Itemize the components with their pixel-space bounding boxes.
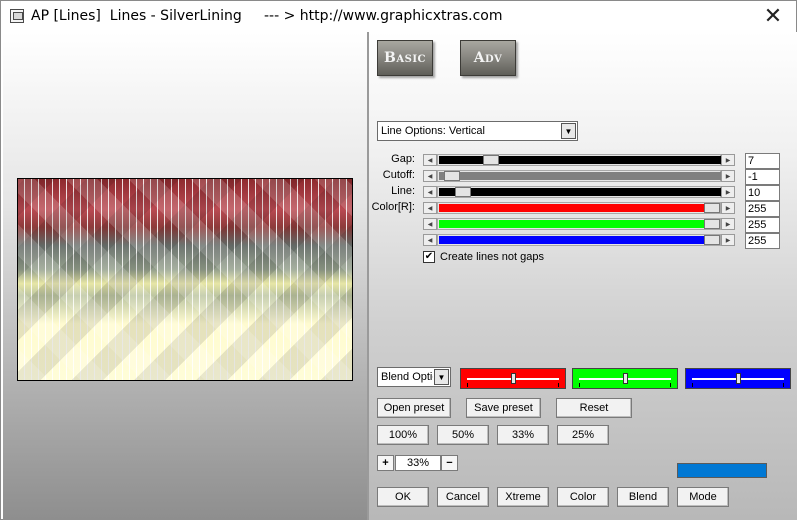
slider-row: Color[R]: ◀ ▶ 255 [369,201,797,217]
basic-mode-button[interactable]: Basic [377,40,433,76]
scroll-right-icon[interactable]: ▶ [721,218,735,230]
blend-color-slider[interactable] [572,368,678,389]
preview-pane [3,32,367,520]
close-icon[interactable]: ✕ [750,1,796,32]
slider-value-field[interactable]: -1 [745,169,780,185]
color-button[interactable]: Color [557,487,609,507]
window-title: AP [Lines] Lines - SilverLining --- > ht… [31,8,503,24]
blend-options-value: Blend Options [381,371,433,383]
tick-mark [467,383,468,387]
slider-row: Line: ◀ ▶ 10 [369,185,797,201]
adv-mode-button[interactable]: Adv [460,40,516,76]
slider-thumb[interactable] [455,187,471,197]
zoom-out-button[interactable]: − [441,455,458,471]
scroll-right-icon[interactable]: ▶ [721,234,735,246]
tick-mark [692,383,693,387]
slider-fill [439,236,704,244]
create-lines-label: Create lines not gaps [440,251,544,263]
slider-label: Cutoff: [382,169,415,181]
slider-fill [439,220,704,228]
scroll-left-icon[interactable]: ◀ [423,170,437,182]
zoom-value-field[interactable]: 33% [395,455,441,471]
scroll-right-icon[interactable]: ▶ [721,186,735,198]
slider-track[interactable] [437,170,721,182]
slider-thumb[interactable] [704,203,720,213]
mode-button[interactable]: Mode [677,487,729,507]
zoom-100-button[interactable]: 100% [377,425,429,445]
slider-value-field[interactable]: 10 [745,185,780,201]
slider-fill [439,188,721,196]
slider-thumb[interactable] [704,235,720,245]
zoom-in-button[interactable]: + [377,455,394,471]
slider-label: Color[R]: [371,201,415,213]
slider-fill [439,204,704,212]
scroll-left-icon[interactable]: ◀ [423,154,437,166]
slider-thumb[interactable] [444,171,460,181]
slider-label: Line: [391,185,415,197]
preview-chevron-pattern [18,179,352,380]
slider-fill [439,172,721,180]
slider-value-field[interactable]: 255 [745,201,780,217]
slider-row: ◀ ▶ 255 [369,233,797,249]
zoom-33-button[interactable]: 33% [497,425,549,445]
blend-options-dropdown[interactable]: Blend Options ▼ [377,367,451,387]
line-options-dropdown[interactable]: Line Options: Vertical ▼ [377,121,578,141]
slider-value-field[interactable]: 255 [745,233,780,249]
reset-button[interactable]: Reset [556,398,632,418]
ok-button[interactable]: OK [377,487,429,507]
plugin-window: AP [Lines] Lines - SilverLining --- > ht… [0,0,797,520]
tick-mark [579,383,580,387]
blend-button[interactable]: Blend [617,487,669,507]
blend-slider-thumb[interactable] [623,373,628,384]
app-icon [10,9,24,23]
color-swatch[interactable] [677,463,767,478]
slider-track[interactable] [437,186,721,198]
slider-thumb[interactable] [704,219,720,229]
slider-row: Cutoff: ◀ ▶ -1 [369,169,797,185]
checkmark-icon: ✔ [424,251,434,262]
cancel-button[interactable]: Cancel [437,487,489,507]
title-bar[interactable]: AP [Lines] Lines - SilverLining --- > ht… [1,1,796,32]
line-options-value: Line Options: Vertical [381,125,485,137]
slider-track[interactable] [437,218,721,230]
slider-track[interactable] [437,234,721,246]
tick-mark [670,383,671,387]
slider-value-field[interactable]: 7 [745,153,780,169]
scroll-right-icon[interactable]: ▶ [721,202,735,214]
tick-mark [558,383,559,387]
slider-track[interactable] [437,154,721,166]
controls-pane: Basic Adv Line Options: Vertical ▼ Gap: ◀… [369,32,797,520]
scroll-left-icon[interactable]: ◀ [423,234,437,246]
zoom-50-button[interactable]: 50% [437,425,489,445]
slider-label: Gap: [391,153,415,165]
blend-color-slider[interactable] [460,368,566,389]
zoom-25-button[interactable]: 25% [557,425,609,445]
tick-mark [783,383,784,387]
slider-row: ◀ ▶ 255 [369,217,797,233]
slider-value-field[interactable]: 255 [745,217,780,233]
scroll-left-icon[interactable]: ◀ [423,186,437,198]
blend-slider-thumb[interactable] [736,373,741,384]
scroll-right-icon[interactable]: ▶ [721,154,735,166]
chevron-down-icon: ▼ [434,369,449,385]
open-preset-button[interactable]: Open preset [377,398,451,418]
blend-color-slider[interactable] [685,368,791,389]
scroll-left-icon[interactable]: ◀ [423,202,437,214]
slider-thumb[interactable] [483,155,499,165]
slider-fill [439,156,721,164]
blend-slider-thumb[interactable] [511,373,516,384]
chevron-down-icon: ▼ [561,123,576,139]
slider-track[interactable] [437,202,721,214]
preview-image[interactable] [17,178,353,381]
scroll-left-icon[interactable]: ◀ [423,218,437,230]
xtreme-button[interactable]: Xtreme [497,487,549,507]
create-lines-checkbox[interactable]: ✔ [423,251,435,263]
slider-row: Gap: ◀ ▶ 7 [369,153,797,169]
save-preset-button[interactable]: Save preset [466,398,541,418]
scroll-right-icon[interactable]: ▶ [721,170,735,182]
